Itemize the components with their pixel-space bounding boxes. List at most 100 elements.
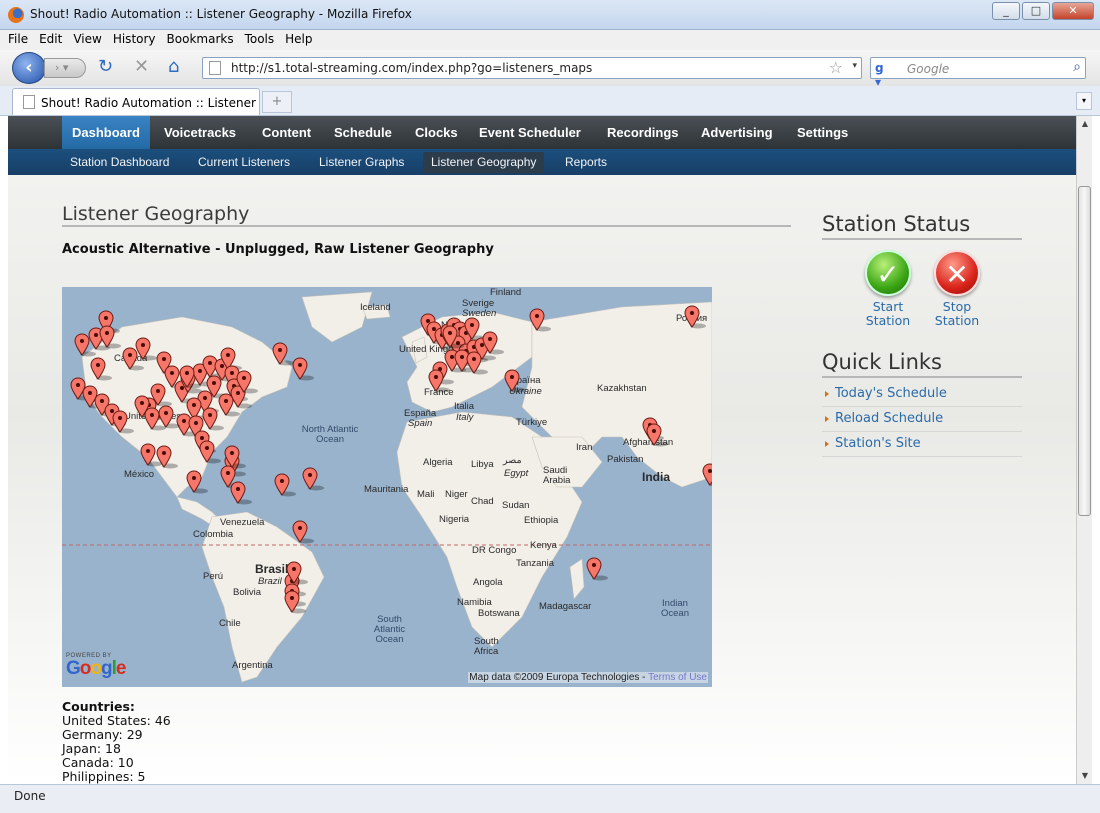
close-icon[interactable]: ✕ bbox=[1052, 2, 1094, 20]
listener-marker-icon[interactable] bbox=[179, 365, 201, 389]
listener-marker-icon[interactable] bbox=[466, 351, 488, 375]
search-placeholder[interactable]: Google bbox=[907, 62, 949, 76]
listener-marker-icon[interactable] bbox=[302, 467, 324, 491]
quick-link-reload-schedule[interactable]: Reload Schedule bbox=[822, 407, 1022, 432]
nav-schedule[interactable]: Schedule bbox=[324, 116, 402, 149]
map-label: Italy bbox=[456, 412, 474, 423]
listener-marker-icon[interactable] bbox=[274, 473, 296, 497]
quick-link-todays-schedule[interactable]: Today's Schedule bbox=[822, 382, 1022, 407]
page-scrollbar[interactable]: ▲ ▼ bbox=[1076, 116, 1092, 784]
map-label: Venezuela bbox=[220, 517, 265, 528]
scroll-down-icon[interactable]: ▼ bbox=[1077, 768, 1093, 784]
nav-recordings[interactable]: Recordings bbox=[597, 116, 689, 149]
start-label-1[interactable]: Start bbox=[853, 300, 923, 314]
url-text[interactable]: http://s1.total-streaming.com/index.php?… bbox=[231, 61, 592, 75]
stop-icon[interactable]: ✕ bbox=[134, 57, 149, 77]
listener-marker-icon[interactable] bbox=[236, 370, 258, 394]
sub-nav: Station Dashboard Current Listeners List… bbox=[8, 149, 1076, 175]
search-bar[interactable]: g ▾ Google ⌕ bbox=[870, 57, 1086, 89]
tab-list-icon[interactable]: ▾ bbox=[1076, 92, 1092, 110]
menu-bookmarks[interactable]: Bookmarks bbox=[161, 30, 239, 46]
checkmark-icon[interactable]: ✓ bbox=[865, 250, 911, 296]
station-status-controls: ✓ Start Station ✕ Stop Station bbox=[822, 240, 1022, 330]
search-icon[interactable]: ⌕ bbox=[1073, 59, 1081, 75]
nav-advertising[interactable]: Advertising bbox=[691, 116, 783, 149]
listener-marker-icon[interactable] bbox=[272, 342, 294, 366]
maximize-icon[interactable]: □ bbox=[1022, 2, 1050, 20]
subnav-listener-geography[interactable]: Listener Geography bbox=[423, 152, 545, 173]
map-label: Colombia bbox=[193, 529, 234, 540]
nav-content[interactable]: Content bbox=[252, 116, 321, 149]
minimize-icon[interactable]: _ bbox=[992, 2, 1020, 20]
menu-history[interactable]: History bbox=[107, 30, 161, 46]
bookmark-star-icon[interactable]: ☆ bbox=[829, 58, 843, 77]
map-label: Chile bbox=[219, 618, 241, 629]
listener-marker-icon[interactable] bbox=[684, 305, 706, 329]
listener-marker-icon[interactable] bbox=[199, 440, 221, 464]
stop-label-1[interactable]: Stop bbox=[922, 300, 992, 314]
google-search-icon[interactable]: g ▾ bbox=[875, 61, 891, 89]
menu-view[interactable]: View bbox=[67, 30, 106, 46]
stop-label-2[interactable]: Station bbox=[922, 314, 992, 328]
url-dropdown-icon[interactable]: ▾ bbox=[852, 61, 857, 71]
listener-marker-icon[interactable] bbox=[292, 520, 314, 544]
listener-marker-icon[interactable] bbox=[140, 443, 162, 467]
map-label: DR Congo bbox=[472, 545, 517, 556]
nav-event-scheduler[interactable]: Event Scheduler bbox=[469, 116, 591, 149]
listener-marker-icon[interactable] bbox=[202, 407, 224, 431]
listener-marker-icon[interactable] bbox=[702, 463, 712, 487]
country-summary: Countries: United States: 46 Germany: 29… bbox=[62, 700, 171, 784]
scroll-up-icon[interactable]: ▲ bbox=[1077, 116, 1093, 132]
listener-marker-icon[interactable] bbox=[112, 410, 134, 434]
menu-help[interactable]: Help bbox=[279, 30, 317, 46]
listener-marker-icon[interactable] bbox=[504, 369, 526, 393]
start-label-2[interactable]: Station bbox=[853, 314, 923, 328]
nav-voicetracks[interactable]: Voicetracks bbox=[154, 116, 246, 149]
terms-of-use-link[interactable]: Terms of Use bbox=[648, 672, 707, 683]
map-label: Iceland bbox=[360, 302, 391, 313]
listener-marker-icon[interactable] bbox=[218, 393, 240, 417]
subnav-listener-graphs[interactable]: Listener Graphs bbox=[311, 152, 412, 173]
listener-marker-icon[interactable] bbox=[529, 308, 551, 332]
subnav-current-listeners[interactable]: Current Listeners bbox=[190, 152, 298, 173]
scroll-thumb[interactable] bbox=[1078, 186, 1091, 516]
listener-marker-icon[interactable] bbox=[158, 405, 180, 429]
x-icon[interactable]: ✕ bbox=[934, 250, 980, 296]
listener-marker-icon[interactable] bbox=[428, 369, 450, 393]
tab-listener-geography[interactable]: Shout! Radio Automation :: Listener ... bbox=[12, 88, 260, 124]
listener-map[interactable]: Finland Sverige Sweden Iceland Norge Uni… bbox=[62, 287, 712, 687]
listener-marker-icon[interactable] bbox=[442, 325, 464, 349]
nav-settings[interactable]: Settings bbox=[787, 116, 858, 149]
map-label: México bbox=[124, 469, 155, 480]
country-row: Japan: 18 bbox=[62, 741, 121, 756]
subnav-reports[interactable]: Reports bbox=[557, 152, 615, 173]
url-bar[interactable]: http://s1.total-streaming.com/index.php?… bbox=[202, 57, 862, 79]
start-station-button[interactable]: ✓ Start Station bbox=[853, 250, 923, 328]
map-label: Madagascar bbox=[539, 601, 592, 612]
listener-marker-icon[interactable] bbox=[284, 590, 306, 614]
reload-icon[interactable]: ↻ bbox=[98, 57, 113, 77]
listener-marker-icon[interactable] bbox=[586, 557, 608, 581]
navigation-toolbar: ‹ › ▾ ↻ ✕ ⌂ http://s1.total-streaming.co… bbox=[0, 50, 1100, 89]
listener-marker-icon[interactable] bbox=[292, 357, 314, 381]
nav-clocks[interactable]: Clocks bbox=[405, 116, 468, 149]
listener-marker-icon[interactable] bbox=[230, 481, 252, 505]
listener-marker-icon[interactable] bbox=[186, 470, 208, 494]
listener-marker-icon[interactable] bbox=[135, 337, 157, 361]
new-tab-button[interactable]: + bbox=[262, 91, 292, 113]
listener-marker-icon[interactable] bbox=[99, 325, 121, 349]
listener-marker-icon[interactable] bbox=[646, 423, 668, 447]
quick-link-stations-site[interactable]: Station's Site bbox=[822, 432, 1022, 457]
menu-file[interactable]: File bbox=[0, 30, 33, 46]
forward-icon[interactable]: › ▾ bbox=[44, 58, 86, 78]
map-label: Angola bbox=[473, 577, 503, 588]
home-icon[interactable]: ⌂ bbox=[168, 57, 179, 77]
menu-tools[interactable]: Tools bbox=[239, 30, 280, 46]
nav-dashboard[interactable]: Dashboard bbox=[62, 116, 150, 149]
subnav-station-dashboard[interactable]: Station Dashboard bbox=[62, 152, 177, 173]
map-label: Perú bbox=[203, 571, 224, 582]
menu-edit[interactable]: Edit bbox=[33, 30, 67, 46]
listener-marker-icon[interactable] bbox=[286, 561, 308, 585]
stop-station-button[interactable]: ✕ Stop Station bbox=[922, 250, 992, 328]
back-icon[interactable]: ‹ bbox=[12, 52, 46, 84]
